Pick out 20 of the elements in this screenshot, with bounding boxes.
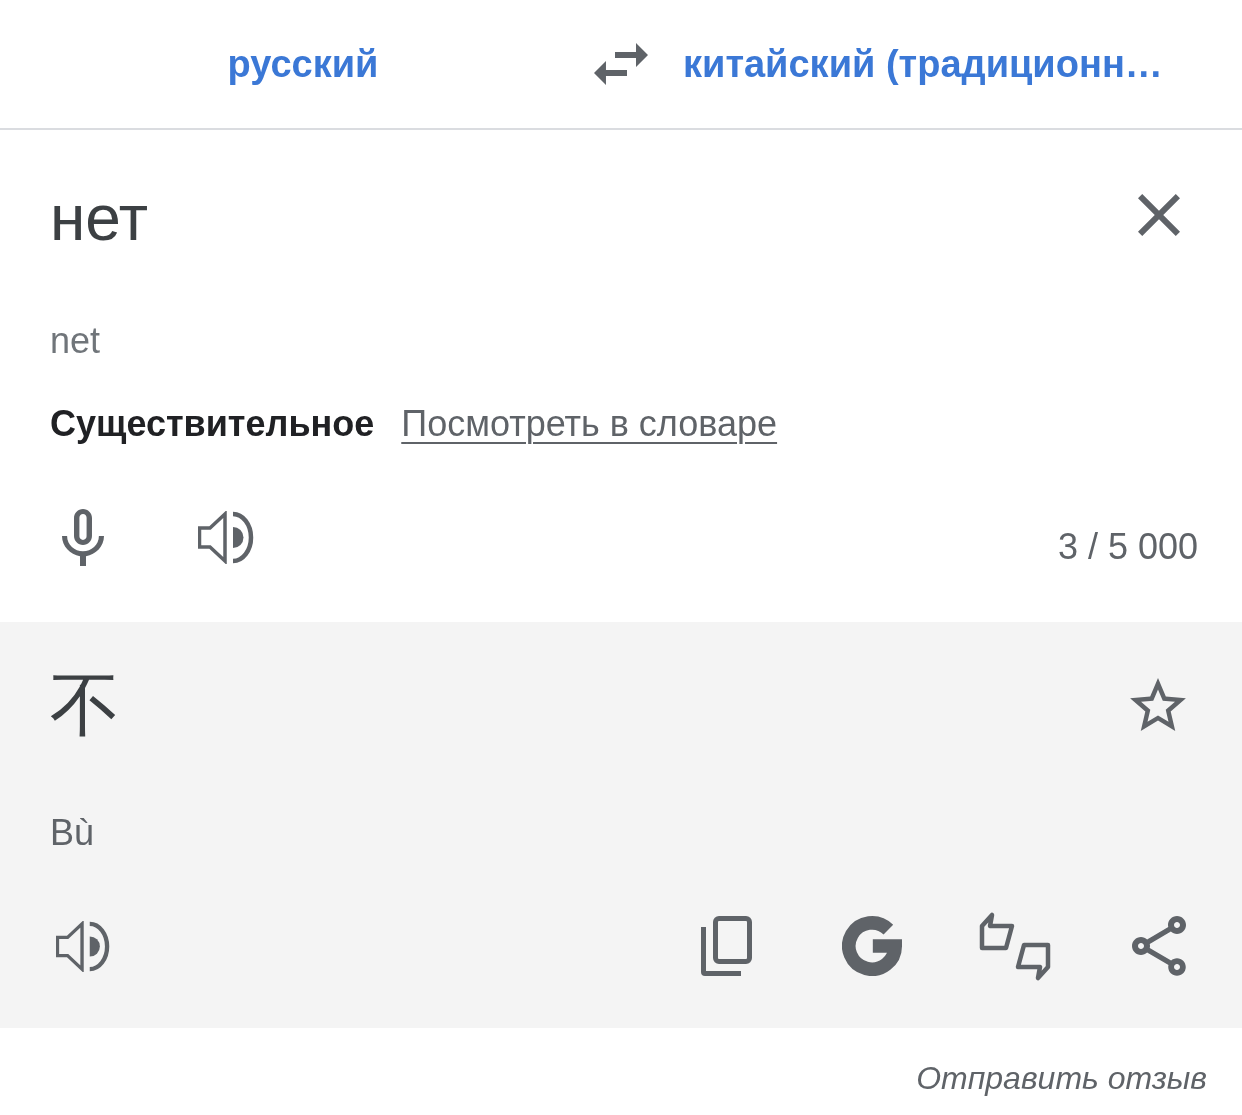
copy-icon[interactable]: [701, 916, 752, 976]
microphone-icon[interactable]: [62, 508, 104, 566]
send-feedback-link[interactable]: Отправить отзыв: [916, 1061, 1207, 1094]
speaker-icon[interactable]: [198, 510, 254, 564]
google-g-icon[interactable]: [842, 916, 902, 976]
dictionary-link[interactable]: Посмотреть в словаре: [401, 406, 778, 442]
translation-text: 不: [50, 670, 120, 740]
source-language-button[interactable]: русский: [227, 45, 379, 83]
transliteration-text: net: [50, 323, 101, 359]
speaker-icon[interactable]: [56, 920, 110, 972]
share-icon[interactable]: [1132, 916, 1186, 976]
target-language-button[interactable]: китайский (традиционн…: [683, 45, 1163, 83]
romanization-text: Bù: [50, 815, 95, 851]
star-icon[interactable]: [1130, 678, 1186, 731]
character-count: 3 / 5 000: [1057, 529, 1198, 565]
part-of-speech-label: Существительное: [50, 406, 375, 442]
source-text-field[interactable]: нет: [50, 186, 149, 250]
swap-icon[interactable]: [594, 43, 648, 85]
close-icon[interactable]: [1138, 194, 1180, 236]
thumbs-up-down-icon[interactable]: [979, 910, 1051, 982]
